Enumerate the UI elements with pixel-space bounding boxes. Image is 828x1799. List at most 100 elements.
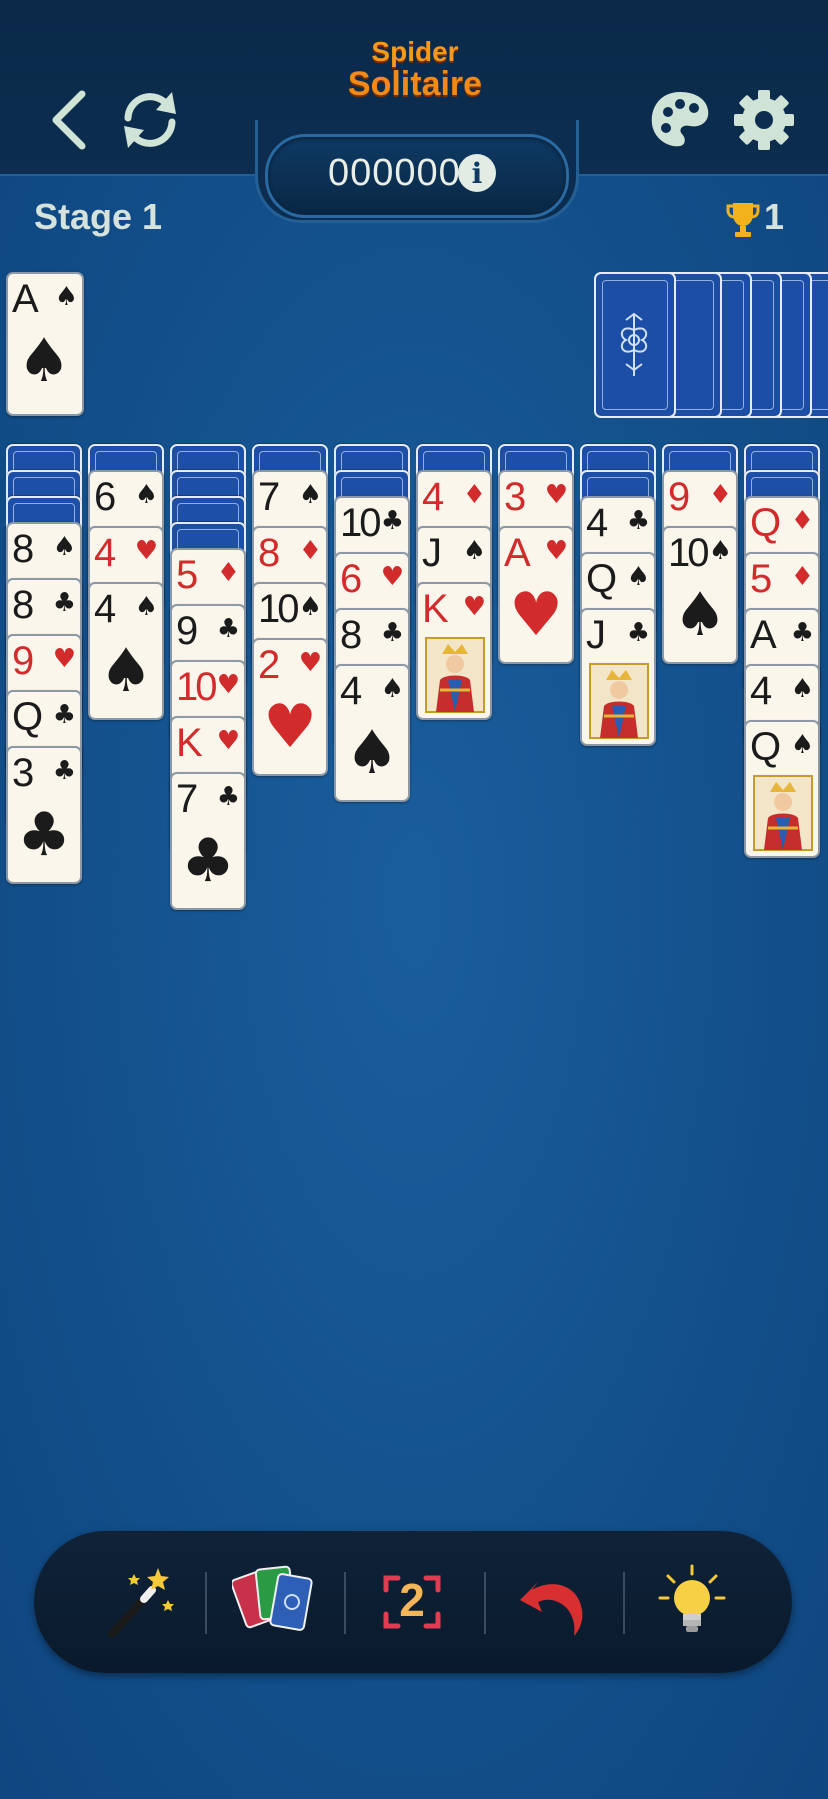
card-suit-center: ♠ <box>99 636 153 706</box>
card-suit: ♠ <box>462 536 486 566</box>
multiplier-value: 2 <box>399 1574 425 1626</box>
card-suit-center: ♠ <box>17 326 71 396</box>
stage-label: Stage 1 <box>34 196 163 237</box>
card-rank: 5 <box>176 553 198 597</box>
card-suit-center: ♣ <box>181 826 235 896</box>
card-suit: ♦ <box>708 480 732 510</box>
card-suit: ♣ <box>52 588 76 618</box>
card-rank: 8 <box>12 583 34 627</box>
card-rank: K <box>176 721 203 765</box>
card-suit: ♦ <box>298 536 322 566</box>
card-rank: 10 <box>668 531 709 575</box>
tableau-card[interactable]: 2 ♥ ♥ <box>252 638 328 776</box>
restart-icon[interactable] <box>110 80 190 160</box>
card-suit: ♣ <box>216 614 240 644</box>
card-suit: ♠ <box>790 674 814 704</box>
card-rank: 4 <box>340 669 362 713</box>
card-suit: ♣ <box>626 618 650 648</box>
game-logo: Spider Solitaire <box>340 38 490 108</box>
card-suit: ♥ <box>544 536 568 566</box>
card-suit: ♣ <box>790 618 814 648</box>
card-suit: ♠ <box>380 674 404 704</box>
toolbar-divider <box>623 1572 625 1634</box>
card-suit-center: ♣ <box>17 800 71 870</box>
card-suit: ♠ <box>626 562 650 592</box>
magic-wand-icon[interactable] <box>98 1560 178 1644</box>
face-card-portrait-icon <box>589 663 649 739</box>
card-rank: 7 <box>258 475 280 519</box>
card-suit: ♥ <box>134 536 158 566</box>
trophy-count: 1 <box>764 196 785 237</box>
card-suit: ♦ <box>790 562 814 592</box>
card-suit: ♠ <box>708 536 732 566</box>
card-rank: 4 <box>422 475 444 519</box>
card-suit: ♥ <box>52 644 76 674</box>
card-suit: ♣ <box>216 782 240 812</box>
card-suit: ♠ <box>54 282 78 312</box>
card-suit: ♦ <box>790 506 814 536</box>
tableau-card[interactable]: 4 ♠ ♠ <box>334 664 410 802</box>
card-rank: Q <box>750 725 781 769</box>
card-suit: ♠ <box>52 532 76 562</box>
card-suit: ♥ <box>298 648 322 678</box>
card-rank: 7 <box>176 777 198 821</box>
card-rank: 4 <box>750 669 772 713</box>
back-icon[interactable] <box>30 80 110 160</box>
card-suit: ♠ <box>298 592 322 622</box>
toolbar-divider <box>344 1572 346 1634</box>
card-suit: ♦ <box>216 558 240 588</box>
card-rank: A <box>504 531 531 575</box>
card-rank: Q <box>12 695 43 739</box>
card-rank: J <box>586 613 606 657</box>
card-suit: ♥ <box>380 562 404 592</box>
card-rank: 6 <box>94 475 116 519</box>
tableau-card[interactable]: K ♥ <box>416 582 492 720</box>
gear-icon[interactable] <box>724 80 804 160</box>
card-suit: ♠ <box>298 480 322 510</box>
card-rank: J <box>422 531 442 575</box>
palette-icon[interactable] <box>640 80 720 160</box>
face-card-portrait-icon <box>425 637 485 713</box>
card-suit: ♥ <box>216 670 240 700</box>
card-rank: 9 <box>668 475 690 519</box>
card-rank: K <box>422 587 449 631</box>
card-rank: 4 <box>94 531 116 575</box>
tableau-card[interactable]: A ♥ ♥ <box>498 526 574 664</box>
tableau-card[interactable]: 4 ♠ ♠ <box>88 582 164 720</box>
tableau-card[interactable]: 3 ♣ ♣ <box>6 746 82 884</box>
logo-word-spider: Spider <box>371 36 459 67</box>
logo-word-solitaire: Solitaire <box>347 65 483 103</box>
card-suit: ♣ <box>380 506 404 536</box>
card-suit-center: ♠ <box>345 718 399 788</box>
card-suit-center: ♥ <box>263 692 317 762</box>
card-suit: ♠ <box>790 730 814 760</box>
card-suit-center: ♠ <box>673 580 727 650</box>
tableau-card[interactable]: 7 ♣ ♣ <box>170 772 246 910</box>
card-suit: ♥ <box>462 592 486 622</box>
tableau-card[interactable]: Q ♠ <box>744 720 820 858</box>
card-suit: ♦ <box>462 480 486 510</box>
undo-icon[interactable] <box>512 1560 592 1644</box>
card-rank: Q <box>586 557 617 601</box>
card-back-ornament-icon <box>620 312 648 376</box>
trophy-icon <box>726 203 760 237</box>
card-rank: 2 <box>258 643 280 687</box>
card-rank: A <box>12 277 39 321</box>
multiplier-button[interactable]: 2 <box>372 1560 452 1644</box>
card-rank: 8 <box>258 531 280 575</box>
card-rank: 8 <box>340 613 362 657</box>
score-value: 000000 <box>328 152 461 194</box>
foundation-card: A ♠ ♠ <box>6 272 84 416</box>
tableau-card[interactable]: J ♣ <box>580 608 656 746</box>
card-suit: ♣ <box>626 506 650 536</box>
hint-bulb-icon[interactable] <box>652 1560 732 1644</box>
tableau-card[interactable]: 10 ♠ ♠ <box>662 526 738 664</box>
card-rank: 10 <box>340 501 381 545</box>
card-rank: 9 <box>176 609 198 653</box>
stock-pile[interactable] <box>594 272 676 418</box>
card-suit-center: ♥ <box>509 580 563 650</box>
card-rank: 9 <box>12 639 34 683</box>
card-rank: Q <box>750 501 781 545</box>
info-icon[interactable]: i <box>458 154 496 192</box>
deck-icon[interactable] <box>232 1560 322 1644</box>
